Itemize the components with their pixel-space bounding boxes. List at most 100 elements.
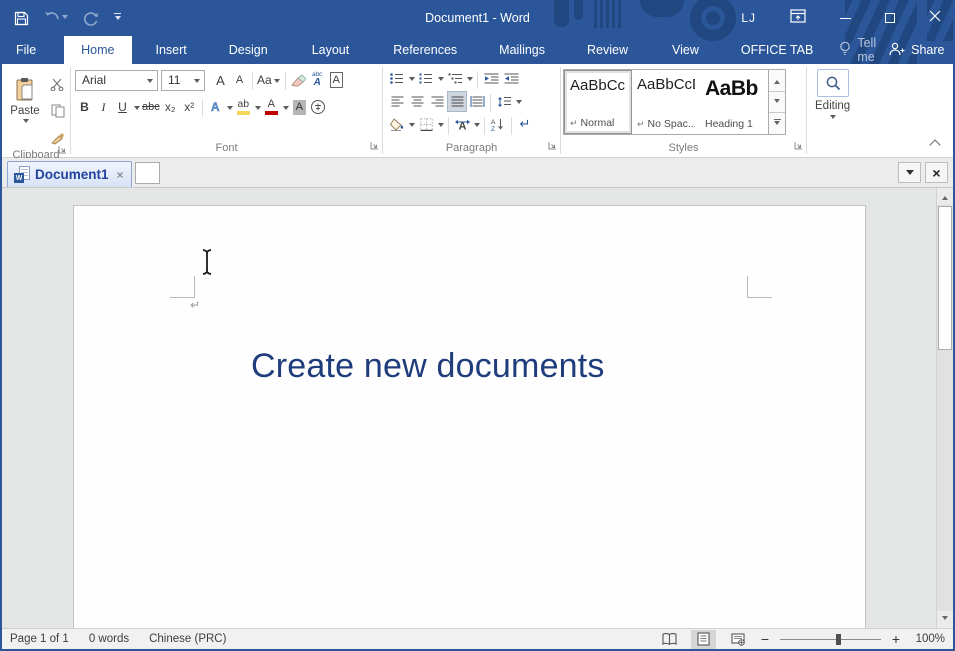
numbering-icon[interactable] (416, 68, 436, 89)
bold-button[interactable]: B (75, 96, 94, 118)
scroll-up-icon[interactable] (937, 188, 953, 205)
style-heading-1[interactable]: AaBb Heading 1 (700, 70, 768, 134)
minimize-button[interactable] (840, 18, 851, 19)
enclose-characters-icon[interactable] (309, 96, 328, 118)
read-mode-icon[interactable] (657, 630, 682, 649)
account-initials[interactable]: LJ (741, 11, 756, 25)
decrease-indent-icon[interactable] (481, 68, 501, 89)
ribbon-tab-design[interactable]: Design (215, 36, 282, 64)
font-dialog-launcher-icon[interactable] (370, 141, 379, 153)
zoom-out-button[interactable]: − (759, 631, 771, 647)
tab-list-dropdown-icon[interactable] (898, 162, 921, 183)
italic-button[interactable]: I (94, 96, 113, 118)
page-indicator[interactable]: Page 1 of 1 (10, 633, 69, 645)
numbering-dropdown-icon[interactable] (438, 77, 444, 84)
character-shading-button[interactable]: A (290, 96, 309, 118)
zoom-level[interactable]: 100% (911, 633, 945, 645)
document-tab[interactable]: W Document1 × (7, 161, 132, 187)
share-button[interactable]: Share (888, 42, 944, 59)
font-color-button[interactable]: A (262, 96, 281, 118)
sort-icon[interactable]: AZ (488, 114, 508, 135)
ribbon-tab-mailings[interactable]: Mailings (485, 36, 559, 64)
ribbon-tab-home[interactable]: Home (64, 36, 131, 64)
tab-bar-close-icon[interactable]: × (925, 162, 948, 183)
style-normal[interactable]: AaBbCcD ↵Normal (564, 70, 632, 134)
zoom-in-button[interactable]: + (890, 631, 902, 647)
styles-scroll-down-icon[interactable] (769, 92, 785, 114)
text-effects-button[interactable]: A (206, 96, 225, 118)
word-count[interactable]: 0 words (89, 633, 129, 645)
highlight-color-button[interactable]: ab (234, 96, 253, 118)
line-spacing-dropdown-icon[interactable] (516, 100, 522, 107)
document-area[interactable]: ↵ Create new documents (2, 188, 953, 628)
subscript-button[interactable]: x₂ (161, 96, 180, 118)
align-left-icon[interactable] (387, 91, 407, 112)
find-icon[interactable] (817, 69, 849, 97)
cut-icon[interactable] (48, 73, 67, 95)
bullets-icon[interactable] (387, 68, 407, 89)
shading-icon[interactable] (387, 114, 407, 135)
styles-dialog-launcher-icon[interactable] (794, 141, 803, 153)
clear-formatting-icon[interactable] (289, 69, 308, 91)
borders-dropdown-icon[interactable] (438, 123, 444, 130)
character-border-button[interactable]: A (327, 69, 346, 91)
tell-me-box[interactable]: Tell me (827, 36, 888, 64)
scrollbar-thumb[interactable] (938, 206, 952, 350)
ribbon-tab-layout[interactable]: Layout (298, 36, 364, 64)
bullets-dropdown-icon[interactable] (409, 77, 415, 84)
copy-icon[interactable] (48, 100, 67, 122)
web-layout-icon[interactable] (725, 630, 750, 649)
change-case-button[interactable]: Aa (256, 69, 282, 91)
paste-button[interactable]: Paste (2, 67, 48, 135)
font-color-dropdown-icon[interactable] (283, 106, 289, 113)
strikethrough-button[interactable]: abc (141, 96, 161, 118)
styles-scroll-up-icon[interactable] (769, 70, 785, 92)
superscript-button[interactable]: x² (180, 96, 199, 118)
text-effects-dropdown-icon[interactable] (227, 106, 233, 113)
distribute-text-icon[interactable] (467, 91, 487, 112)
ribbon-tab-insert[interactable]: Insert (142, 36, 201, 64)
increase-indent-icon[interactable] (501, 68, 521, 89)
asian-layout-dropdown-icon[interactable] (474, 123, 480, 130)
collapse-ribbon-icon[interactable] (929, 139, 940, 150)
ribbon-tab-office-tab[interactable]: OFFICE TAB (727, 36, 827, 64)
editing-button[interactable]: Editing (807, 67, 858, 122)
maximize-button[interactable] (885, 13, 895, 23)
zoom-slider-handle[interactable] (836, 634, 841, 645)
align-center-icon[interactable] (407, 91, 427, 112)
close-button[interactable] (929, 9, 941, 27)
underline-button[interactable]: U (113, 96, 132, 118)
shrink-font-button[interactable]: A (230, 69, 249, 91)
ribbon-tab-file[interactable]: File (2, 36, 50, 64)
shading-dropdown-icon[interactable] (409, 123, 415, 130)
styles-more-icon[interactable] (769, 113, 785, 134)
font-name-combobox[interactable]: Arial (75, 70, 158, 91)
multilevel-dropdown-icon[interactable] (467, 77, 473, 84)
new-document-tab-button[interactable] (135, 162, 160, 184)
zoom-slider[interactable] (780, 639, 881, 640)
paragraph-dialog-launcher-icon[interactable] (548, 141, 557, 153)
language-indicator[interactable]: Chinese (PRC) (149, 633, 226, 645)
phonetic-guide-button[interactable]: abc A (308, 69, 327, 91)
align-right-icon[interactable] (427, 91, 447, 112)
ribbon-tab-view[interactable]: View (658, 36, 713, 64)
editing-dropdown-icon[interactable] (830, 115, 836, 122)
paste-dropdown-icon[interactable] (23, 119, 29, 126)
highlight-dropdown-icon[interactable] (255, 106, 261, 113)
borders-icon[interactable] (416, 114, 436, 135)
font-size-combobox[interactable]: 11 (161, 70, 205, 91)
justify-icon[interactable] (447, 91, 467, 112)
clipboard-dialog-launcher-icon[interactable] (58, 145, 67, 157)
ribbon-tab-review[interactable]: Review (573, 36, 642, 64)
vertical-scrollbar[interactable] (936, 188, 953, 628)
underline-dropdown-icon[interactable] (134, 106, 140, 113)
grow-font-button[interactable]: A (211, 69, 230, 91)
line-spacing-icon[interactable] (494, 91, 514, 112)
document-page[interactable]: ↵ Create new documents (73, 205, 866, 628)
print-layout-icon[interactable] (691, 630, 716, 649)
ribbon-display-options-icon[interactable] (790, 9, 806, 28)
multilevel-list-icon[interactable] (445, 68, 465, 89)
document-tab-close-icon[interactable]: × (117, 168, 124, 182)
ribbon-tab-references[interactable]: References (379, 36, 471, 64)
asian-layout-icon[interactable]: A (452, 114, 472, 135)
